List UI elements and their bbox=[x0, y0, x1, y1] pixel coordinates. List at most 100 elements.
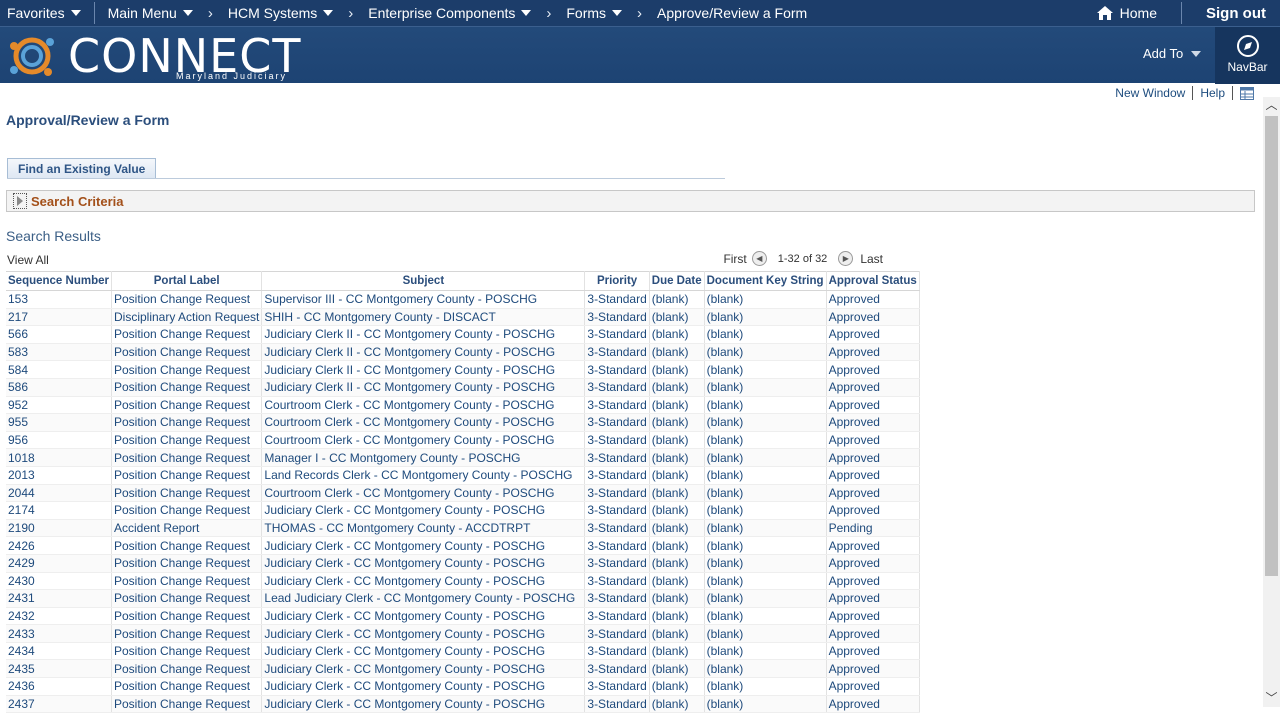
table-cell[interactable]: (blank) bbox=[649, 695, 705, 714]
column-header[interactable]: Priority bbox=[584, 271, 650, 291]
table-cell[interactable]: (blank) bbox=[704, 343, 827, 362]
new-window-link[interactable]: New Window bbox=[1115, 86, 1185, 100]
table-cell[interactable]: (blank) bbox=[704, 519, 827, 538]
table-row[interactable]: 153 Position Change Request Supervisor III… bbox=[6, 290, 920, 309]
table-cell[interactable]: 3-Standard bbox=[584, 308, 650, 327]
table-cell[interactable]: 952 bbox=[6, 396, 112, 415]
table-cell[interactable]: (blank) bbox=[704, 360, 827, 379]
table-cell[interactable]: (blank) bbox=[704, 695, 827, 714]
table-cell[interactable]: 3-Standard bbox=[584, 677, 650, 696]
column-header[interactable]: Portal Label bbox=[111, 271, 263, 291]
table-cell[interactable]: Position Change Request bbox=[111, 554, 263, 573]
table-row[interactable]: 955 Position Change Request Courtroom Cler… bbox=[6, 413, 920, 432]
table-cell[interactable]: Judiciary Clerk - CC Montgomery County -… bbox=[261, 695, 586, 714]
table-cell[interactable]: Position Change Request bbox=[111, 396, 263, 415]
table-cell[interactable]: 2433 bbox=[6, 624, 112, 643]
table-cell[interactable]: 2044 bbox=[6, 484, 112, 503]
table-cell[interactable]: 3-Standard bbox=[584, 519, 650, 538]
first-link[interactable]: First bbox=[723, 252, 746, 266]
table-cell[interactable]: (blank) bbox=[649, 659, 705, 679]
table-cell[interactable]: (blank) bbox=[649, 642, 705, 661]
table-cell[interactable]: (blank) bbox=[649, 536, 705, 555]
table-cell[interactable]: Approved bbox=[826, 642, 920, 661]
table-row[interactable]: 217 Disciplinary Action Request SHIH - CC … bbox=[6, 308, 920, 327]
table-row[interactable]: 566 Position Change Request Judiciary Cler… bbox=[6, 325, 920, 344]
table-cell[interactable]: (blank) bbox=[704, 413, 827, 432]
table-cell[interactable]: (blank) bbox=[704, 659, 827, 679]
table-cell[interactable]: (blank) bbox=[704, 325, 827, 344]
table-cell[interactable]: Manager I - CC Montgomery County - POSCH… bbox=[261, 448, 586, 467]
breadcrumb-forms[interactable]: Forms bbox=[559, 0, 629, 26]
table-cell[interactable]: Judiciary Clerk - CC Montgomery County -… bbox=[261, 554, 586, 573]
table-cell[interactable]: Position Change Request bbox=[111, 589, 263, 608]
column-header[interactable]: Subject bbox=[261, 271, 586, 291]
table-cell[interactable]: 2437 bbox=[6, 695, 112, 714]
table-cell[interactable]: Approved bbox=[826, 466, 920, 485]
table-cell[interactable]: Position Change Request bbox=[111, 624, 263, 643]
search-criteria-section[interactable]: Search Criteria bbox=[6, 190, 1255, 212]
table-cell[interactable]: (blank) bbox=[704, 677, 827, 696]
table-cell[interactable]: (blank) bbox=[649, 325, 705, 344]
table-cell[interactable]: Judiciary Clerk - CC Montgomery County -… bbox=[261, 572, 586, 591]
table-cell[interactable]: (blank) bbox=[649, 677, 705, 696]
table-row[interactable]: 586 Position Change Request Judiciary Cler… bbox=[6, 378, 920, 397]
last-link[interactable]: Last bbox=[860, 252, 883, 266]
table-cell[interactable]: (blank) bbox=[649, 519, 705, 538]
table-cell[interactable]: 2174 bbox=[6, 501, 112, 520]
table-cell[interactable]: (blank) bbox=[649, 501, 705, 520]
table-cell[interactable]: Lead Judiciary Clerk - CC Montgomery Cou… bbox=[261, 589, 586, 608]
table-cell[interactable]: Approved bbox=[826, 677, 920, 696]
table-cell[interactable]: (blank) bbox=[704, 290, 827, 309]
table-cell[interactable]: Judiciary Clerk - CC Montgomery County -… bbox=[261, 501, 586, 520]
table-cell[interactable]: Position Change Request bbox=[111, 466, 263, 485]
column-header[interactable]: Approval Status bbox=[826, 271, 920, 291]
table-cell[interactable]: Judiciary Clerk - CC Montgomery County -… bbox=[261, 536, 586, 555]
table-row[interactable]: 2434 Position Change Request Judiciary Cle… bbox=[6, 642, 920, 661]
table-cell[interactable]: (blank) bbox=[704, 536, 827, 555]
table-cell[interactable]: Position Change Request bbox=[111, 607, 263, 626]
table-row[interactable]: 2174 Position Change Request Judiciary Cle… bbox=[6, 501, 920, 520]
table-cell[interactable]: (blank) bbox=[704, 448, 827, 467]
table-cell[interactable]: 3-Standard bbox=[584, 343, 650, 362]
table-cell[interactable]: 3-Standard bbox=[584, 624, 650, 643]
table-cell[interactable]: 2435 bbox=[6, 659, 112, 679]
table-cell[interactable]: 3-Standard bbox=[584, 325, 650, 344]
table-cell[interactable]: Accident Report bbox=[111, 519, 263, 538]
table-cell[interactable]: (blank) bbox=[649, 572, 705, 591]
column-header[interactable]: Document Key String bbox=[704, 271, 827, 291]
table-cell[interactable]: Position Change Request bbox=[111, 343, 263, 362]
table-row[interactable]: 583 Position Change Request Judiciary Cler… bbox=[6, 343, 920, 362]
table-cell[interactable]: 3-Standard bbox=[584, 466, 650, 485]
table-cell[interactable]: 217 bbox=[6, 308, 112, 327]
table-cell[interactable]: Judiciary Clerk II - CC Montgomery Count… bbox=[261, 325, 586, 344]
table-cell[interactable]: SHIH - CC Montgomery County - DISCACT bbox=[261, 308, 586, 327]
table-cell[interactable]: (blank) bbox=[649, 413, 705, 432]
table-cell[interactable]: Approved bbox=[826, 624, 920, 643]
table-cell[interactable]: (blank) bbox=[704, 308, 827, 327]
table-cell[interactable]: (blank) bbox=[649, 589, 705, 608]
table-cell[interactable]: 3-Standard bbox=[584, 536, 650, 555]
table-row[interactable]: 2429 Position Change Request Judiciary Cle… bbox=[6, 554, 920, 573]
table-cell[interactable]: (blank) bbox=[704, 554, 827, 573]
table-cell[interactable]: 2431 bbox=[6, 589, 112, 608]
personalize-page-icon[interactable] bbox=[1240, 86, 1254, 100]
table-cell[interactable]: Position Change Request bbox=[111, 695, 263, 714]
table-cell[interactable]: 3-Standard bbox=[584, 378, 650, 397]
table-cell[interactable]: 2436 bbox=[6, 677, 112, 696]
table-cell[interactable]: Position Change Request bbox=[111, 413, 263, 432]
table-row[interactable]: 952 Position Change Request Courtroom Cler… bbox=[6, 396, 920, 415]
table-cell[interactable]: Approved bbox=[826, 554, 920, 573]
table-cell[interactable]: Judiciary Clerk - CC Montgomery County -… bbox=[261, 642, 586, 661]
table-cell[interactable]: 2013 bbox=[6, 466, 112, 485]
table-row[interactable]: 2433 Position Change Request Judiciary Cle… bbox=[6, 624, 920, 643]
table-cell[interactable]: Courtroom Clerk - CC Montgomery County -… bbox=[261, 413, 586, 432]
table-cell[interactable]: 2429 bbox=[6, 554, 112, 573]
table-cell[interactable]: (blank) bbox=[649, 466, 705, 485]
table-cell[interactable]: 3-Standard bbox=[584, 642, 650, 661]
breadcrumb-hcm-systems[interactable]: HCM Systems bbox=[221, 0, 340, 26]
table-cell[interactable]: Position Change Request bbox=[111, 501, 263, 520]
table-cell[interactable]: 3-Standard bbox=[584, 607, 650, 626]
table-cell[interactable]: (blank) bbox=[649, 448, 705, 467]
table-cell[interactable]: Approved bbox=[826, 501, 920, 520]
table-cell[interactable]: (blank) bbox=[704, 378, 827, 397]
